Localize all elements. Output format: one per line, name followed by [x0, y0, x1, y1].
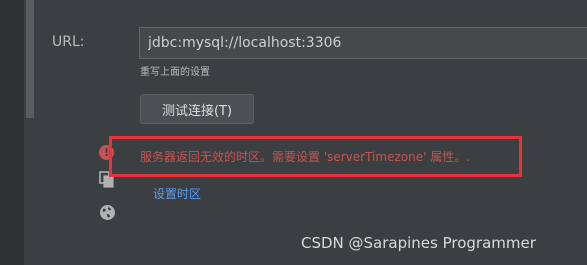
url-label: URL:	[52, 34, 85, 50]
url-input[interactable]	[139, 27, 587, 59]
test-connection-button[interactable]: 测试连接(T)	[140, 94, 254, 124]
scrollbar[interactable]	[26, 0, 34, 118]
error-message: 服务器返回无效的时区。需要设置 'serverTimezone' 属性。.	[140, 150, 471, 164]
left-panel	[0, 0, 24, 265]
override-hint: 重写上面的设置	[140, 67, 210, 78]
globe-icon	[99, 204, 116, 221]
set-timezone-link[interactable]: 设置时区	[153, 185, 201, 202]
watermark: CSDN @Sarapines Programmer	[301, 234, 536, 252]
